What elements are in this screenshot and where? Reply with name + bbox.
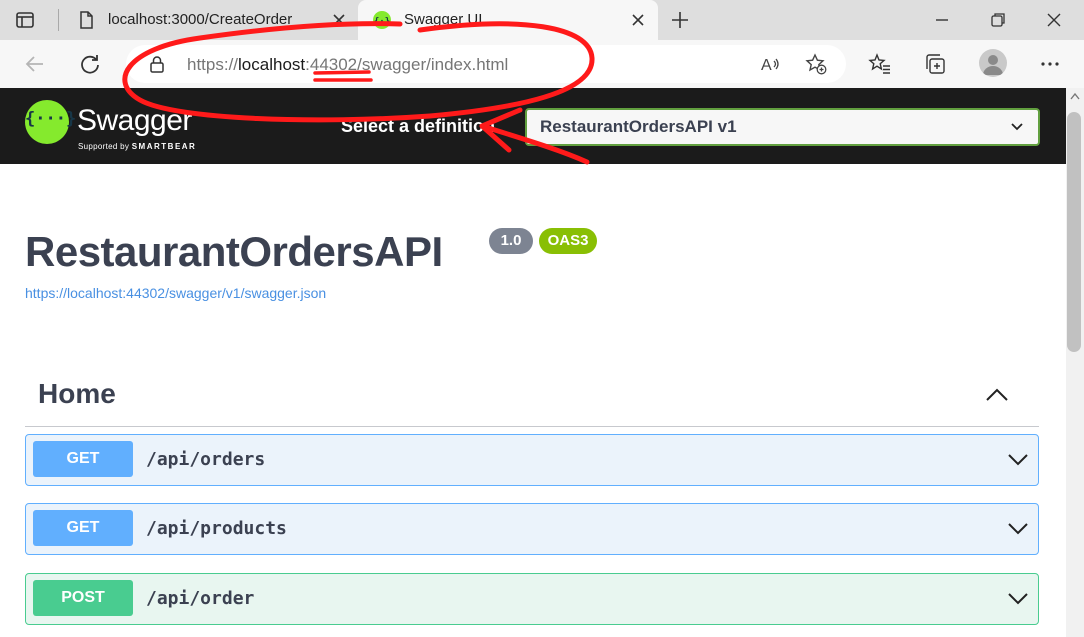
swagger-brand[interactable]: Swagger — [77, 104, 192, 138]
close-tab-icon[interactable] — [630, 12, 646, 28]
swagger-topbar: {···} Swagger Supported by SMARTBEAR Sel… — [0, 88, 1066, 164]
refresh-icon[interactable] — [78, 52, 102, 76]
tab-separator — [58, 9, 59, 31]
minimize-icon[interactable] — [930, 8, 954, 32]
back-arrow-icon[interactable] — [23, 52, 47, 76]
svg-text:{·}: {·} — [374, 17, 390, 27]
scrollbar-thumb[interactable] — [1067, 112, 1081, 352]
definition-select[interactable]: RestaurantOrdersAPI v1 — [525, 108, 1040, 146]
restore-icon[interactable] — [986, 8, 1010, 32]
method-badge: GET — [33, 510, 133, 546]
brand-sub-name: SMARTBEAR — [131, 142, 197, 151]
operation-path: /api/products — [146, 518, 287, 539]
method-badge: POST — [33, 580, 133, 616]
oas-badge: OAS3 — [539, 228, 597, 254]
read-aloud-icon[interactable]: A — [760, 53, 782, 75]
section-home-header[interactable]: Home — [25, 370, 1039, 427]
page-icon — [80, 11, 93, 29]
user-icon — [983, 55, 1003, 75]
tab-title: Swagger UI — [404, 11, 483, 28]
chevron-down-icon[interactable] — [1006, 449, 1030, 469]
swagger-brand-subtitle: Supported by SMARTBEAR — [78, 142, 196, 151]
operation-post-order[interactable]: POST /api/order — [25, 573, 1039, 625]
swagger-favicon-icon: {·} — [373, 11, 391, 29]
chevron-down-icon[interactable] — [1006, 518, 1030, 538]
address-bar[interactable]: https://localhost:44302/swagger/index.ht… — [126, 45, 846, 83]
chevron-down-icon[interactable] — [1006, 588, 1030, 608]
browser-tab-strip: localhost:3000/CreateOrder {·} Swagger U… — [0, 0, 1084, 40]
logo-glyph: {···} — [25, 109, 77, 129]
swagger-logo-icon[interactable]: {···} — [25, 100, 77, 144]
definition-value: RestaurantOrdersAPI v1 — [540, 117, 737, 136]
chevron-up-icon[interactable] — [983, 381, 1011, 409]
version-badge: 1.0 — [489, 228, 533, 254]
operation-path: /api/orders — [146, 449, 266, 470]
add-favorite-icon[interactable] — [805, 53, 827, 75]
operation-get-products[interactable]: GET /api/products — [25, 503, 1039, 555]
new-tab-icon[interactable] — [668, 8, 692, 32]
operation-path: /api/order — [146, 588, 255, 609]
brand-sub-prefix: Supported by — [78, 142, 132, 151]
operation-get-orders[interactable]: GET /api/orders — [25, 434, 1039, 486]
tab-actions-icon[interactable] — [14, 9, 36, 31]
lock-icon[interactable] — [148, 55, 166, 73]
close-tab-icon[interactable] — [331, 12, 347, 28]
chevron-down-icon — [1011, 123, 1023, 131]
page-scrollbar[interactable] — [1066, 88, 1084, 637]
url-path: /swagger/index.html — [357, 55, 509, 74]
swagger-main: RestaurantOrdersAPI 1.0 OAS3 https://loc… — [0, 164, 1066, 637]
collections-icon[interactable] — [923, 52, 947, 76]
tab-create-order[interactable]: localhost:3000/CreateOrder — [62, 0, 358, 40]
url-text[interactable]: https://localhost:44302/swagger/index.ht… — [187, 55, 508, 75]
url-host: localhost — [238, 55, 306, 74]
tab-swagger-ui[interactable]: {·} Swagger UI — [358, 0, 658, 40]
favorites-icon[interactable] — [868, 52, 892, 76]
api-title: RestaurantOrdersAPI — [25, 228, 443, 275]
profile-avatar[interactable] — [979, 49, 1007, 77]
tab-title: localhost:3000/CreateOrder — [108, 11, 293, 28]
close-window-icon[interactable] — [1042, 8, 1066, 32]
section-title: Home — [38, 378, 116, 409]
spec-json-link[interactable]: https://localhost:44302/swagger/v1/swagg… — [25, 285, 326, 301]
definition-label: Select a definition — [341, 116, 496, 136]
browser-toolbar: https://localhost:44302/swagger/index.ht… — [0, 40, 1084, 88]
url-scheme: https:// — [187, 55, 239, 74]
svg-text:A: A — [761, 57, 772, 74]
scroll-up-icon[interactable] — [1070, 92, 1080, 100]
method-badge: GET — [33, 441, 133, 477]
more-options-icon[interactable] — [1038, 52, 1062, 76]
url-port: :44302 — [305, 55, 358, 74]
